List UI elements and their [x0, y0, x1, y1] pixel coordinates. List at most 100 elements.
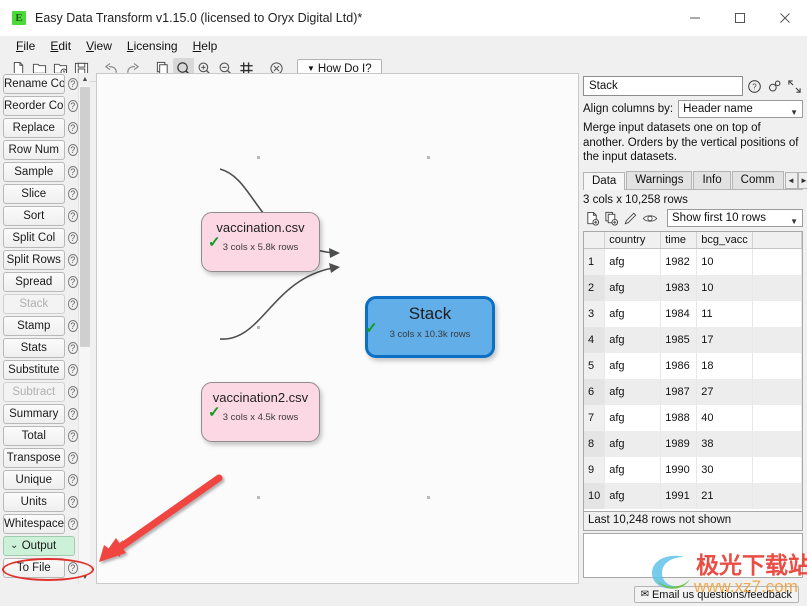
sidebar-item-replace[interactable]: Replace	[3, 118, 65, 138]
node-vaccination2-csv[interactable]: vaccination2.csv 3 cols x 4.5k rows ✓	[201, 382, 320, 442]
align-columns-select[interactable]: Header name ▼	[678, 100, 803, 118]
maximize-button[interactable]	[717, 0, 762, 36]
edit-icon[interactable]	[621, 209, 640, 227]
help-icon[interactable]: ?	[67, 166, 78, 178]
help-icon[interactable]: ?	[67, 364, 78, 376]
help-icon[interactable]: ?	[67, 254, 78, 266]
expand-icon[interactable]	[786, 77, 803, 95]
help-icon[interactable]: ?	[67, 562, 78, 574]
help-icon[interactable]: ?	[746, 77, 763, 95]
column-header-country[interactable]: country	[604, 231, 662, 249]
status-bar: ✉ Email us questions/feedback	[0, 584, 807, 606]
copy-to-clipboard-icon[interactable]	[602, 209, 621, 227]
help-icon[interactable]: ?	[67, 298, 78, 310]
chevron-down-icon: ▼	[790, 108, 798, 117]
scrollbar-thumb[interactable]	[80, 87, 90, 347]
tab-data[interactable]: Data	[583, 171, 626, 190]
view-icon[interactable]	[640, 209, 659, 227]
sidebar-item-reorder-cols[interactable]: Reorder Cols	[3, 96, 65, 116]
help-icon[interactable]: ?	[67, 430, 78, 442]
workflow-canvas[interactable]: vaccination.csv 3 cols x 5.8k rows ✓ vac…	[96, 73, 579, 584]
settings-icon[interactable]	[766, 77, 783, 95]
column-header-time[interactable]: time	[660, 231, 698, 249]
tab-comments[interactable]: Comm	[731, 170, 784, 189]
tab-warnings[interactable]: Warnings	[626, 170, 693, 189]
sidebar-item-output[interactable]: ⌄ Output	[3, 536, 75, 556]
help-icon[interactable]: ?	[67, 386, 78, 398]
help-icon[interactable]: ?	[67, 210, 78, 222]
sidebar-item-substitute[interactable]: Substitute	[3, 360, 65, 380]
sidebar-item-sort[interactable]: Sort	[3, 206, 65, 226]
table-row[interactable]: 5 afg 1986 18	[584, 352, 802, 379]
table-row[interactable]: 10 afg 1991 21	[584, 482, 802, 509]
chevron-down-icon: ⌄	[10, 540, 19, 551]
cell-country: afg	[604, 404, 662, 431]
transform-name-input[interactable]: Stack	[583, 76, 743, 96]
table-row[interactable]: 1 afg 1982 10	[584, 248, 802, 275]
help-icon[interactable]: ?	[67, 408, 78, 420]
column-header-bcg-vacc[interactable]: bcg_vacc	[696, 231, 754, 249]
menu-edit[interactable]: Edit	[43, 37, 79, 55]
close-button[interactable]	[762, 0, 807, 36]
help-icon[interactable]: ?	[67, 518, 78, 530]
scroll-up-icon[interactable]: ▲	[79, 73, 90, 86]
help-icon[interactable]: ?	[67, 496, 78, 508]
menu-file[interactable]: File	[9, 37, 43, 55]
table-row[interactable]: 6 afg 1987 27	[584, 378, 802, 405]
help-icon[interactable]: ?	[67, 188, 78, 200]
menu-licensing[interactable]: Licensing	[120, 37, 186, 55]
table-row[interactable]: 3 afg 1984 11	[584, 300, 802, 327]
tab-nav: ◄ ►	[784, 171, 807, 189]
help-icon[interactable]: ?	[67, 78, 78, 90]
sidebar-item-summary[interactable]: Summary	[3, 404, 65, 424]
application-window: E Easy Data Transform v1.15.0 (licensed …	[0, 0, 807, 606]
sidebar-item-spread[interactable]: Spread	[3, 272, 65, 292]
sidebar-item-split-rows[interactable]: Split Rows	[3, 250, 65, 270]
help-icon[interactable]: ?	[67, 144, 78, 156]
tab-info[interactable]: Info	[693, 170, 731, 189]
help-icon[interactable]: ?	[67, 342, 78, 354]
sidebar-item-slice[interactable]: Slice	[3, 184, 65, 204]
sidebar-item-total[interactable]: Total	[3, 426, 65, 446]
sidebar-item-row-num[interactable]: Row Num	[3, 140, 65, 160]
help-icon[interactable]: ?	[67, 474, 78, 486]
sidebar-item-stamp[interactable]: Stamp	[3, 316, 65, 336]
help-icon[interactable]: ?	[67, 122, 78, 134]
help-icon[interactable]: ?	[67, 452, 78, 464]
sidebar-item-whitespace[interactable]: Whitespace	[3, 514, 65, 534]
sidebar-item-stats[interactable]: Stats	[3, 338, 65, 358]
sidebar-item-units[interactable]: Units	[3, 492, 65, 512]
title-bar: E Easy Data Transform v1.15.0 (licensed …	[0, 0, 807, 36]
sidebar-item-unique[interactable]: Unique	[3, 470, 65, 490]
table-row[interactable]: 9 afg 1990 30	[584, 456, 802, 483]
sidebar-item-transpose[interactable]: Transpose	[3, 448, 65, 468]
email-feedback-button[interactable]: ✉ Email us questions/feedback	[633, 586, 799, 603]
menu-help[interactable]: Help	[186, 37, 226, 55]
sidebar-item-sample[interactable]: Sample	[3, 162, 65, 182]
show-rows-select[interactable]: Show first 10 rows ▼	[667, 209, 803, 227]
node-stack[interactable]: Stack 3 cols x 10.3k rows ✓	[365, 296, 495, 358]
cell-time: 1984	[660, 300, 698, 327]
help-icon[interactable]: ?	[67, 232, 78, 244]
table-row[interactable]: 4 afg 1985 17	[584, 326, 802, 353]
table-row[interactable]: 8 afg 1989 38	[584, 430, 802, 457]
grid-dot	[257, 326, 260, 329]
cell-time: 1982	[660, 248, 698, 275]
scroll-down-icon[interactable]: ▼	[79, 571, 90, 584]
help-icon[interactable]: ?	[67, 276, 78, 288]
sidebar-item-rename-cols[interactable]: Rename Cols	[3, 74, 65, 94]
tab-next-icon[interactable]: ►	[797, 171, 807, 189]
table-row[interactable]: 7 afg 1988 40	[584, 404, 802, 431]
help-icon[interactable]: ?	[67, 100, 78, 112]
sidebar-item-to-file[interactable]: To File	[3, 558, 65, 578]
table-row[interactable]: 2 afg 1983 10	[584, 274, 802, 301]
sidebar-item-split-col[interactable]: Split Col	[3, 228, 65, 248]
data-grid[interactable]: country time bcg_vacc 1 afg 1982 10 2 afg 1983…	[583, 230, 803, 512]
minimize-button[interactable]	[672, 0, 717, 36]
copy-to-file-icon[interactable]	[583, 209, 602, 227]
node-vaccination-csv[interactable]: vaccination.csv 3 cols x 5.8k rows ✓	[201, 212, 320, 272]
menu-view[interactable]: View	[79, 37, 120, 55]
sidebar-scrollbar[interactable]: ▲ ▼	[78, 73, 90, 584]
help-icon[interactable]: ?	[67, 320, 78, 332]
tab-prev-icon[interactable]: ◄	[784, 171, 798, 189]
